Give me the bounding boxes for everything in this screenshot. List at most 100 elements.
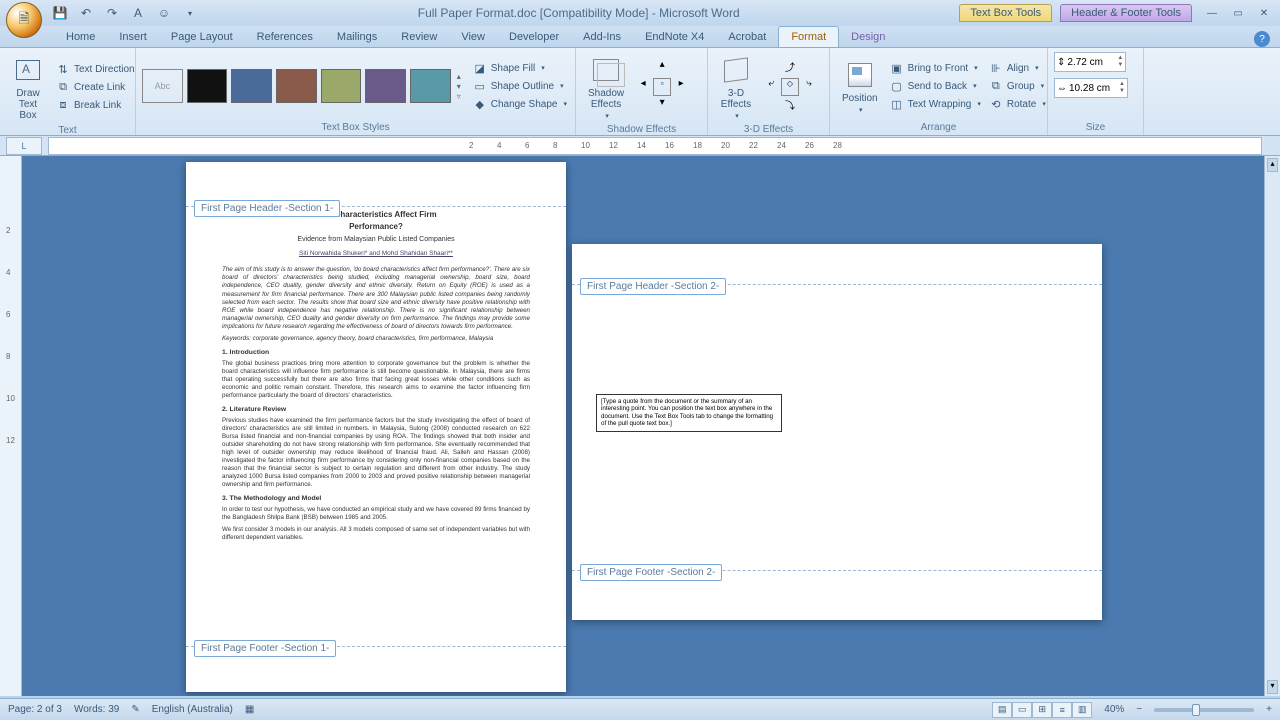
gallery-down-icon[interactable]: ▾	[457, 82, 461, 91]
zoom-slider[interactable]	[1154, 708, 1254, 712]
break-link-button[interactable]: ⧈Break Link	[54, 98, 137, 114]
tab-insert[interactable]: Insert	[107, 27, 159, 47]
zoom-out-icon[interactable]: −	[1136, 704, 1142, 715]
footer-tag-s2[interactable]: First Page Footer -Section 2-	[580, 564, 722, 581]
emoji-icon[interactable]: ☺	[156, 5, 172, 21]
style-color-6[interactable]	[410, 69, 451, 103]
gallery-more-icon[interactable]: ▿	[457, 92, 461, 101]
style-preset-default[interactable]: Abc	[142, 69, 183, 103]
tab-design[interactable]: Design	[839, 27, 897, 47]
office-button[interactable]: 🗎	[6, 2, 42, 38]
outline-view[interactable]: ≡	[1052, 702, 1072, 718]
title-bar: 🗎 💾 ↶ ↷ A ☺ ▾ Full Paper Format.doc [Com…	[0, 0, 1280, 26]
selected-text-box[interactable]: [Type a quote from the document or the s…	[596, 394, 782, 432]
style-color-4[interactable]	[321, 69, 362, 103]
page-indicator[interactable]: Page: 2 of 3	[8, 704, 62, 715]
create-link-button[interactable]: ⧉Create Link	[54, 80, 137, 96]
style-icon[interactable]: A	[130, 5, 146, 21]
align-button[interactable]: ⊪Align▾	[987, 60, 1048, 76]
text-direction-button[interactable]: ⇅Text Direction	[54, 62, 137, 78]
header-tag-s2[interactable]: First Page Header -Section 2-	[580, 278, 726, 295]
send-to-back-button[interactable]: ▢Send to Back▾	[888, 78, 983, 94]
vertical-ruler[interactable]: 24681012	[0, 156, 22, 696]
shape-outline-button[interactable]: ▭Shape Outline▾	[471, 78, 569, 94]
tab-view[interactable]: View	[449, 27, 497, 47]
rotate-button[interactable]: ⟲Rotate▾	[987, 96, 1048, 112]
nudge-right-icon[interactable]: ▸	[672, 78, 690, 96]
nudge-left-icon[interactable]: ◂	[634, 78, 652, 96]
shape-fill-button[interactable]: ◪Shape Fill▾	[471, 60, 569, 76]
height-field[interactable]	[1067, 57, 1115, 68]
web-layout-view[interactable]: ⊞	[1032, 702, 1052, 718]
tab-format[interactable]: Format	[778, 26, 839, 47]
minimize-button[interactable]: —	[1200, 5, 1224, 21]
tab-page-layout[interactable]: Page Layout	[159, 27, 245, 47]
draw-text-box-button[interactable]: Draw Text Box	[6, 52, 50, 123]
print-layout-view[interactable]: ▤	[992, 702, 1012, 718]
style-color-2[interactable]	[231, 69, 272, 103]
style-color-5[interactable]	[365, 69, 406, 103]
shadow-toggle-icon[interactable]: ▫	[653, 78, 671, 96]
proofing-icon[interactable]: ✎	[131, 704, 139, 715]
draft-view[interactable]: ▥	[1072, 702, 1092, 718]
shadow-effects-button[interactable]: Shadow Effects▾	[582, 52, 630, 122]
tab-home[interactable]: Home	[54, 27, 107, 47]
text-wrapping-button[interactable]: ◫Text Wrapping▾	[888, 96, 983, 112]
footer-tag-s1[interactable]: First Page Footer -Section 1-	[194, 640, 336, 657]
3d-toggle-icon[interactable]: ◇	[781, 78, 799, 96]
change-shape-button[interactable]: ◆Change Shape▾	[471, 96, 569, 112]
language-indicator[interactable]: English (Australia)	[152, 704, 233, 715]
tilt-up-icon[interactable]: ⤴	[781, 59, 799, 77]
tilt-down-icon[interactable]: ⤵	[781, 97, 799, 115]
scroll-down-icon[interactable]: ▾	[1267, 680, 1278, 694]
width-down-icon[interactable]: ▼	[1119, 88, 1125, 95]
page-1[interactable]: First Page Header -Section 1- First Page…	[186, 162, 566, 692]
tab-review[interactable]: Review	[389, 27, 449, 47]
style-color-1[interactable]	[187, 69, 228, 103]
group-button[interactable]: ⧉Group▾	[987, 78, 1048, 94]
save-icon[interactable]: 💾	[52, 5, 68, 21]
nudge-down-icon[interactable]: ▾	[653, 97, 671, 115]
scroll-up-icon[interactable]: ▴	[1267, 158, 1278, 172]
width-up-icon[interactable]: ▲	[1119, 81, 1125, 88]
style-color-3[interactable]	[276, 69, 317, 103]
zoom-level[interactable]: 40%	[1104, 704, 1124, 715]
word-count[interactable]: Words: 39	[74, 704, 119, 715]
help-icon[interactable]: ?	[1254, 31, 1270, 47]
qat-more-icon[interactable]: ▾	[182, 5, 198, 21]
width-field[interactable]	[1069, 83, 1117, 94]
close-button[interactable]: ✕	[1252, 5, 1276, 21]
page-2[interactable]: First Page Header -Section 2- First Page…	[572, 244, 1102, 620]
position-icon	[848, 63, 872, 87]
context-tab-textbox[interactable]: Text Box Tools	[959, 4, 1052, 22]
height-up-icon[interactable]: ▲	[1117, 55, 1123, 62]
macro-icon[interactable]: ▦	[245, 704, 254, 715]
redo-icon[interactable]: ↷	[104, 5, 120, 21]
gallery-up-icon[interactable]: ▴	[457, 72, 461, 81]
tab-references[interactable]: References	[245, 27, 325, 47]
tilt-left-icon[interactable]: ⤶	[762, 78, 780, 96]
tab-developer[interactable]: Developer	[497, 27, 571, 47]
tab-acrobat[interactable]: Acrobat	[716, 27, 778, 47]
undo-icon[interactable]: ↶	[78, 5, 94, 21]
header-tag-s1[interactable]: First Page Header -Section 1-	[194, 200, 340, 217]
tab-mailings[interactable]: Mailings	[325, 27, 389, 47]
maximize-button[interactable]: ▭	[1226, 5, 1250, 21]
3d-effects-button[interactable]: 3-D Effects▾	[714, 52, 758, 122]
horizontal-ruler[interactable]: 246810121416182022242628	[48, 137, 1262, 155]
context-tab-header-footer[interactable]: Header & Footer Tools	[1060, 4, 1192, 22]
nudge-up-icon[interactable]: ▴	[653, 59, 671, 77]
tab-endnote[interactable]: EndNote X4	[633, 27, 716, 47]
bring-to-front-button[interactable]: ▣Bring to Front▾	[888, 60, 983, 76]
align-icon: ⊪	[989, 61, 1003, 75]
position-button[interactable]: Position▾	[836, 57, 884, 116]
tilt-right-icon[interactable]: ⤷	[800, 78, 818, 96]
tab-addins[interactable]: Add-Ins	[571, 27, 633, 47]
zoom-in-icon[interactable]: +	[1266, 704, 1272, 715]
vertical-scrollbar[interactable]: ▴ ▾	[1264, 156, 1280, 696]
width-input[interactable]: ⇔ ▲▼	[1054, 78, 1128, 98]
height-input[interactable]: ⇕ ▲▼	[1054, 52, 1126, 72]
height-down-icon[interactable]: ▼	[1117, 62, 1123, 69]
full-screen-view[interactable]: ▭	[1012, 702, 1032, 718]
tab-selector[interactable]: L	[6, 137, 42, 155]
